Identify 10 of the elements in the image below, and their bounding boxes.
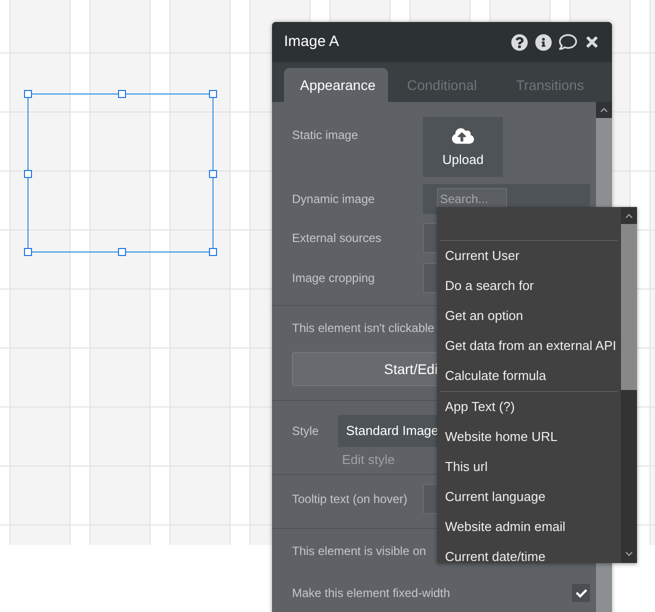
field-label: Static image: [292, 127, 360, 144]
visibility-note: This element is visible on: [292, 544, 426, 558]
panel-title: Image A: [284, 32, 340, 52]
field-label: Dynamic image: [292, 191, 376, 208]
field-label: External sources: [292, 230, 382, 247]
field-label: Make this element fixed-width: [292, 585, 452, 602]
field-label: Style: [292, 423, 320, 440]
field-label: Tooltip text (on hover): [292, 491, 408, 508]
clickable-note: This element isn't clickable: [292, 321, 434, 335]
field-label: Image cropping: [292, 270, 376, 287]
